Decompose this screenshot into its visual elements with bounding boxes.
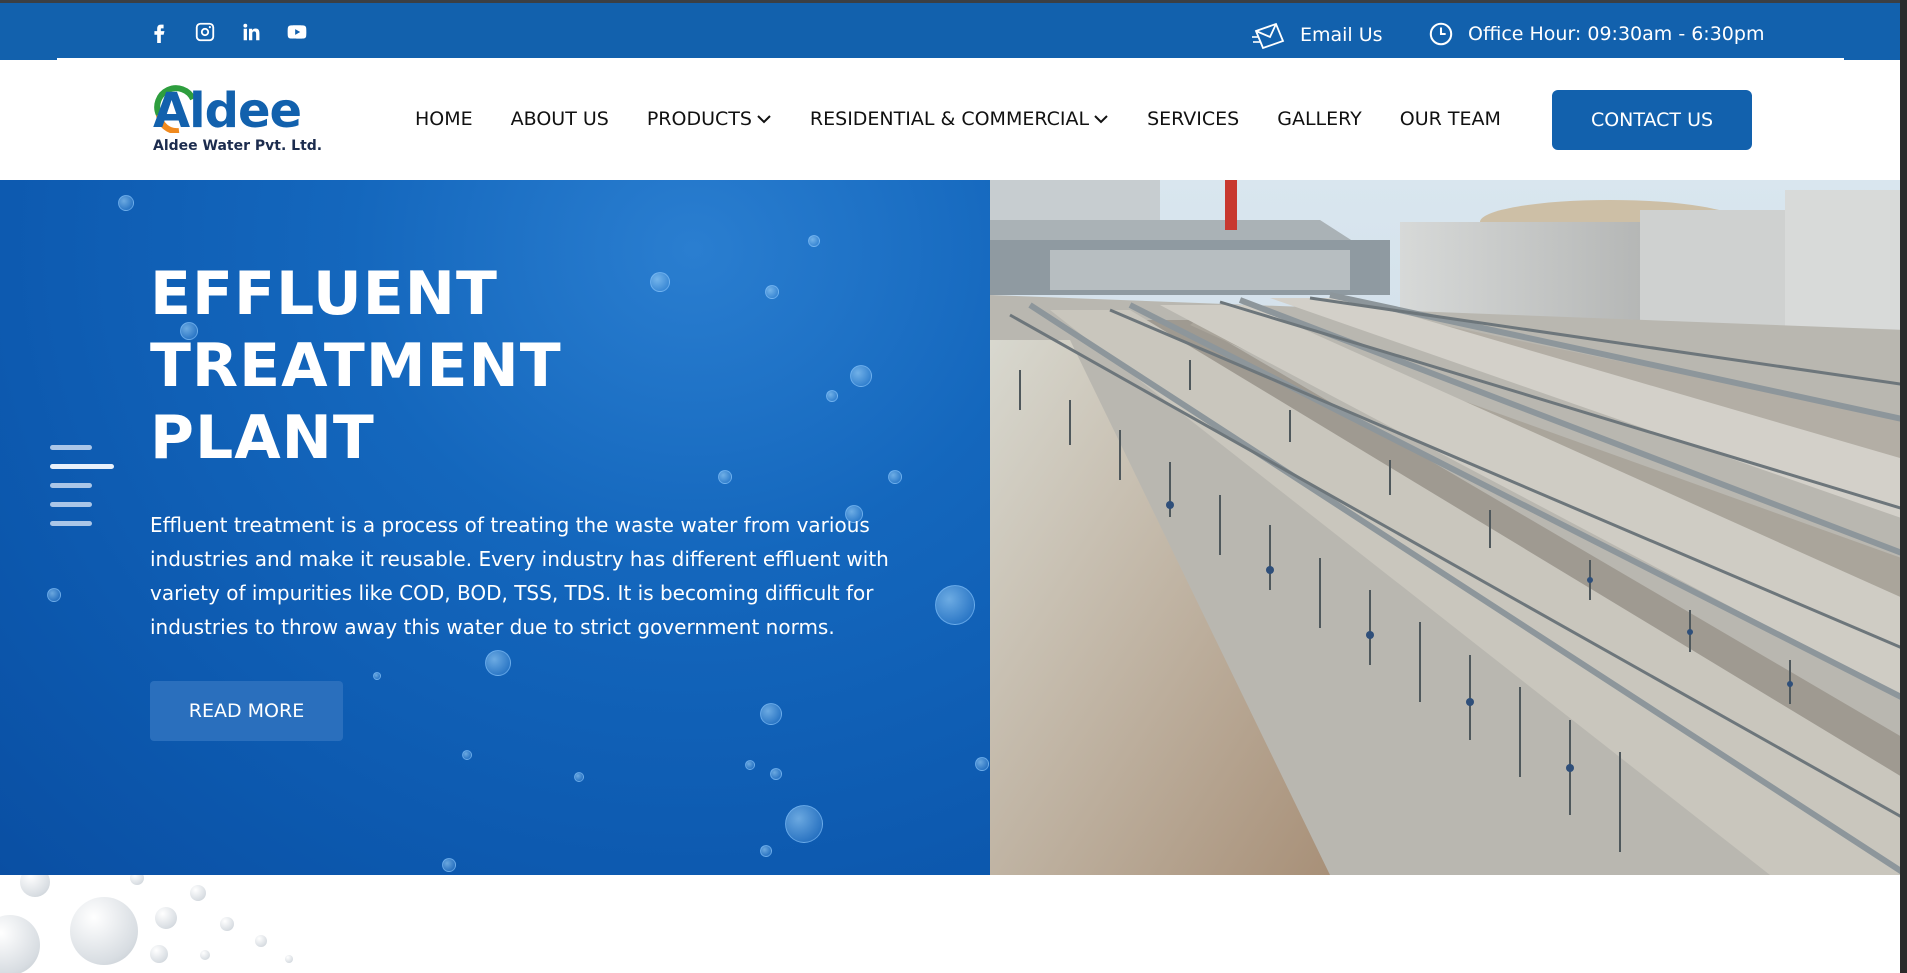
- office-hours-label: Office Hour: 09:30am - 6:30pm: [1468, 23, 1765, 45]
- email-label: Email Us: [1300, 24, 1383, 46]
- office-hours: Office Hour: 09:30am - 6:30pm: [1428, 21, 1764, 47]
- header: Aldee Aldee Water Pvt. Ltd. HOME ABOUT U…: [57, 58, 1844, 180]
- linkedin-icon[interactable]: [240, 21, 262, 43]
- hero-panel: EFFLUENT TREATMENT PLANT Effluent treatm…: [0, 180, 990, 875]
- next-section: [0, 875, 1907, 973]
- envelope-icon: [1252, 22, 1285, 49]
- nav-services[interactable]: SERVICES: [1147, 108, 1239, 130]
- logo-subtitle: Aldee Water Pvt. Ltd.: [153, 138, 323, 154]
- top-bar: Email Us Office Hour: 09:30am - 6:30pm: [0, 0, 1907, 60]
- chevron-down-icon: [757, 115, 771, 124]
- hero-image: [990, 180, 1907, 875]
- logo[interactable]: Aldee Aldee Water Pvt. Ltd.: [153, 83, 323, 158]
- read-more-button[interactable]: READ MORE: [150, 681, 343, 741]
- email-link[interactable]: Email Us: [1252, 21, 1383, 49]
- scrollbar[interactable]: [1900, 0, 1907, 973]
- instagram-icon[interactable]: [194, 21, 216, 43]
- nav-home[interactable]: HOME: [415, 108, 473, 130]
- main-nav: HOME ABOUT US PRODUCTS RESIDENTIAL & COM…: [415, 108, 1539, 130]
- effluent-treatment-plant-photo: [990, 180, 1907, 875]
- logo-wordmark: Aldee: [153, 83, 302, 139]
- side-menu-icon[interactable]: [50, 445, 116, 527]
- contact-us-button[interactable]: CONTACT US: [1552, 90, 1752, 150]
- facebook-icon[interactable]: [148, 21, 170, 43]
- nav-products[interactable]: PRODUCTS: [647, 108, 772, 130]
- clock-icon: [1429, 22, 1453, 46]
- nav-about-us[interactable]: ABOUT US: [511, 108, 609, 130]
- nav-gallery[interactable]: GALLERY: [1277, 108, 1362, 130]
- hero-title: EFFLUENT TREATMENT PLANT: [150, 259, 562, 473]
- nav-residential-commercial[interactable]: RESIDENTIAL & COMMERCIAL: [810, 108, 1109, 130]
- chevron-down-icon: [1094, 115, 1108, 124]
- social-links: [148, 21, 308, 43]
- youtube-icon[interactable]: [286, 21, 308, 43]
- nav-our-team[interactable]: OUR TEAM: [1400, 108, 1501, 130]
- hero-description: Effluent treatment is a process of treat…: [150, 513, 889, 639]
